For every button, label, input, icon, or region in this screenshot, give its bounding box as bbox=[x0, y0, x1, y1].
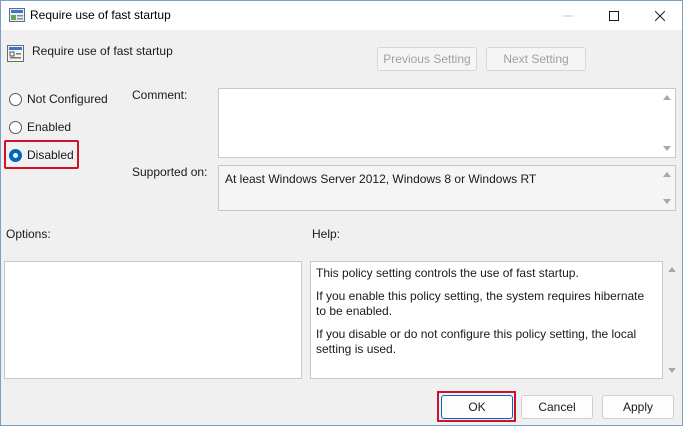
scroll-up-icon[interactable] bbox=[663, 95, 671, 100]
options-panel bbox=[4, 261, 302, 379]
supported-on-label: Supported on: bbox=[132, 165, 208, 179]
minimize-icon bbox=[563, 15, 573, 16]
previous-setting-button[interactable]: Previous Setting bbox=[377, 47, 477, 71]
window-title: Require use of fast startup bbox=[30, 8, 171, 22]
close-icon bbox=[655, 10, 665, 21]
comment-label: Comment: bbox=[132, 88, 188, 102]
radio-circle[interactable] bbox=[9, 92, 22, 106]
apply-button[interactable]: Apply bbox=[602, 395, 674, 419]
policy-editor-icon bbox=[9, 8, 25, 22]
help-panel: This policy setting controls the use of … bbox=[310, 261, 663, 379]
supported-on-field: At least Windows Server 2012, Windows 8 … bbox=[218, 165, 676, 211]
comment-textarea[interactable] bbox=[218, 88, 676, 158]
next-setting-button[interactable]: Next Setting bbox=[486, 47, 586, 71]
comment-scrollbar[interactable] bbox=[659, 89, 675, 157]
maximize-icon bbox=[609, 10, 619, 21]
scroll-down-icon[interactable] bbox=[668, 368, 676, 373]
scroll-up-icon[interactable] bbox=[663, 172, 671, 177]
radio-label: Enabled bbox=[27, 120, 72, 134]
policy-dialog: Require use of fast startup Require use … bbox=[0, 0, 683, 426]
radio-label: Not Configured bbox=[27, 92, 108, 106]
radio-enabled[interactable]: Enabled bbox=[9, 120, 71, 134]
highlight-box-disabled bbox=[4, 140, 79, 169]
radio-not-configured[interactable]: Not Configured bbox=[9, 92, 108, 106]
close-button[interactable] bbox=[637, 1, 683, 30]
policy-setting-icon bbox=[7, 45, 24, 62]
help-paragraph: If you disable or do not configure this … bbox=[316, 327, 637, 356]
supported-scrollbar[interactable] bbox=[659, 166, 675, 210]
highlight-box-ok bbox=[437, 391, 516, 422]
scroll-down-icon[interactable] bbox=[663, 146, 671, 151]
setting-title: Require use of fast startup bbox=[32, 44, 173, 58]
maximize-button[interactable] bbox=[591, 1, 637, 30]
help-paragraph: If you enable this policy setting, the s… bbox=[316, 289, 645, 318]
scroll-down-icon[interactable] bbox=[663, 199, 671, 204]
title-bar[interactable]: Require use of fast startup bbox=[1, 1, 682, 30]
options-label: Options: bbox=[6, 227, 51, 241]
minimize-button[interactable] bbox=[545, 1, 591, 30]
supported-on-value: At least Windows Server 2012, Windows 8 … bbox=[225, 172, 537, 186]
help-label: Help: bbox=[312, 227, 341, 241]
help-scrollbar[interactable] bbox=[664, 261, 680, 379]
radio-circle[interactable] bbox=[9, 120, 22, 134]
scroll-up-icon[interactable] bbox=[668, 267, 676, 272]
help-paragraph: This policy setting controls the use of … bbox=[316, 266, 579, 280]
cancel-button[interactable]: Cancel bbox=[521, 395, 593, 419]
